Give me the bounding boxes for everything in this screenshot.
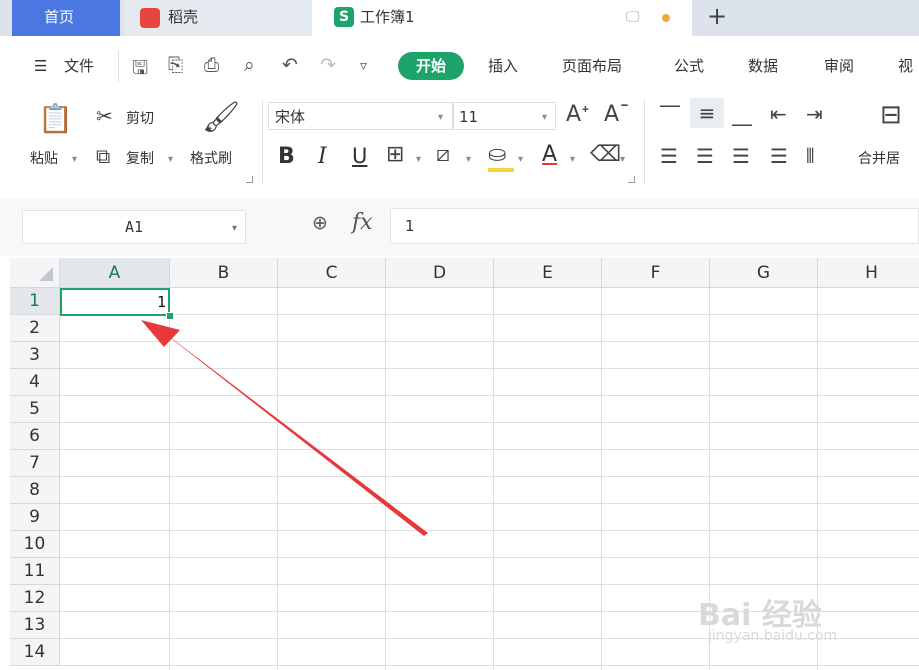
copy-dropdown-icon[interactable]: ▾ <box>168 154 173 165</box>
merge-cells-icon[interactable]: ⊟ <box>880 100 902 130</box>
undo-icon[interactable]: ↶ <box>282 54 298 76</box>
align-center-icon[interactable]: ☰ <box>696 144 714 168</box>
font-name-value: 宋体 <box>275 108 306 126</box>
tab-daoke-label: 稻壳 <box>168 8 199 26</box>
menu-page-layout[interactable]: 页面布局 <box>562 44 622 88</box>
copy-icon[interactable]: ⧉ <box>96 144 110 168</box>
font-size-value: 11 <box>459 108 479 126</box>
cell-style-icon[interactable]: ⧄ <box>436 142 450 167</box>
font-dialog-launcher-icon[interactable] <box>628 176 635 183</box>
increase-indent-icon[interactable]: ⇥ <box>806 102 823 126</box>
menu-bar: ☰ 文件 🖫 ⎘ ⎙ ⌕ ↶ ↷ ▿ 开始 插入 页面布局 公式 数据 审阅 视 <box>0 44 919 88</box>
ribbon: 📋 粘贴 ▾ ✂ 剪切 ⧉ 复制 ▾ 🖌 格式刷 宋体 ▾ 11 ▾ Aᐩ Aˉ… <box>0 92 919 190</box>
name-box[interactable]: A1 <box>22 210 246 244</box>
unsaved-dot-icon <box>662 14 670 22</box>
tab-workbook[interactable]: S 工作簿1 🖵 <box>312 0 692 36</box>
menu-data[interactable]: 数据 <box>748 44 778 88</box>
spreadsheet-logo-icon: S <box>334 7 354 27</box>
copy-button[interactable]: 复制 <box>126 148 154 168</box>
eraser-dropdown-icon[interactable]: ▾ <box>620 154 625 165</box>
formula-input[interactable]: 1 <box>390 208 919 244</box>
watermark-url: jingyan.baidu.com <box>708 628 838 644</box>
menu-file[interactable]: 文件 <box>64 44 94 88</box>
format-painter-icon[interactable]: 🖌 <box>202 100 240 135</box>
divider <box>644 100 645 184</box>
menu-start[interactable]: 开始 <box>398 52 464 80</box>
menu-formula[interactable]: 公式 <box>674 44 704 88</box>
fill-color-icon[interactable]: ⛀ <box>488 142 506 167</box>
save-icon[interactable]: 🖫 <box>132 54 148 86</box>
font-color-button[interactable]: A <box>542 142 557 167</box>
divider <box>118 50 119 82</box>
screen-icon[interactable]: 🖵 <box>626 0 640 34</box>
arrow-shaft <box>146 324 428 536</box>
font-color-dropdown-icon[interactable]: ▾ <box>570 154 575 165</box>
name-box-dropdown-icon[interactable]: ▾ <box>232 223 237 234</box>
menu-view[interactable]: 视 <box>898 44 913 88</box>
clipboard-dialog-launcher-icon[interactable] <box>246 176 253 183</box>
tab-home[interactable]: 首页 <box>12 0 120 36</box>
zoom-search-icon[interactable]: ⊕ <box>312 212 328 234</box>
daoke-logo-icon <box>140 8 160 28</box>
formula-bar: A1 ▾ ⊕ fx 1 <box>0 198 919 256</box>
paste-button[interactable]: 粘贴 <box>30 148 58 168</box>
cut-button[interactable]: 剪切 <box>126 108 154 128</box>
font-size-select[interactable]: 11 <box>452 102 556 130</box>
paste-icon[interactable]: 📋 <box>38 102 73 135</box>
menu-review[interactable]: 审阅 <box>824 44 854 88</box>
customize-dropdown-icon[interactable]: ▿ <box>360 58 367 74</box>
new-tab-button[interactable]: + <box>702 0 732 36</box>
redo-icon[interactable]: ↷ <box>320 54 336 76</box>
scissors-icon[interactable]: ✂ <box>96 104 113 128</box>
fx-icon[interactable]: fx <box>352 210 373 235</box>
hamburger-icon[interactable]: ☰ <box>34 44 47 88</box>
format-painter-button[interactable]: 格式刷 <box>190 148 232 168</box>
fill-color-bar <box>488 168 514 172</box>
decrease-indent-icon[interactable]: ⇤ <box>770 102 787 126</box>
align-middle-icon[interactable]: ≡ <box>690 98 724 128</box>
border-icon[interactable]: ⊞ <box>386 142 404 167</box>
print-icon[interactable]: ⎙ <box>204 54 219 76</box>
italic-button[interactable]: I <box>318 144 327 169</box>
print-preview-icon[interactable]: ⌕ <box>244 54 255 76</box>
justify-icon[interactable]: ☰ <box>770 144 788 168</box>
cell-style-dropdown-icon[interactable]: ▾ <box>466 154 471 165</box>
fill-color-dropdown-icon[interactable]: ▾ <box>518 154 523 165</box>
align-right-icon[interactable]: ☰ <box>732 144 750 168</box>
distributed-icon[interactable]: ⫴ <box>806 144 814 168</box>
baidu-watermark: Bai 经验 jingyan.baidu.com <box>698 570 878 660</box>
font-size-dropdown-icon[interactable]: ▾ <box>542 112 547 123</box>
font-name-select[interactable]: 宋体 <box>268 102 454 130</box>
paste-dropdown-icon[interactable]: ▾ <box>72 154 77 165</box>
bold-button[interactable]: B <box>278 144 295 169</box>
tab-daoke[interactable]: 稻壳 <box>124 0 312 36</box>
font-name-dropdown-icon[interactable]: ▾ <box>438 112 443 123</box>
align-left-icon[interactable]: ☰ <box>660 144 678 168</box>
tab-workbook-label: 工作簿1 <box>360 8 415 26</box>
eraser-icon[interactable]: ⌫ <box>590 142 621 167</box>
underline-button[interactable]: U <box>352 144 367 168</box>
increase-font-icon[interactable]: Aᐩ <box>566 102 590 127</box>
divider <box>262 100 263 184</box>
align-top-icon[interactable]: ⎺ <box>660 102 680 126</box>
menu-insert[interactable]: 插入 <box>488 44 518 88</box>
export-icon[interactable]: ⎘ <box>168 54 183 76</box>
merge-center-button[interactable]: 合并居 <box>858 148 900 168</box>
align-bottom-icon[interactable]: ⎽ <box>732 102 752 126</box>
decrease-font-icon[interactable]: Aˉ <box>604 102 630 127</box>
arrow-head <box>141 320 180 347</box>
border-dropdown-icon[interactable]: ▾ <box>416 154 421 165</box>
